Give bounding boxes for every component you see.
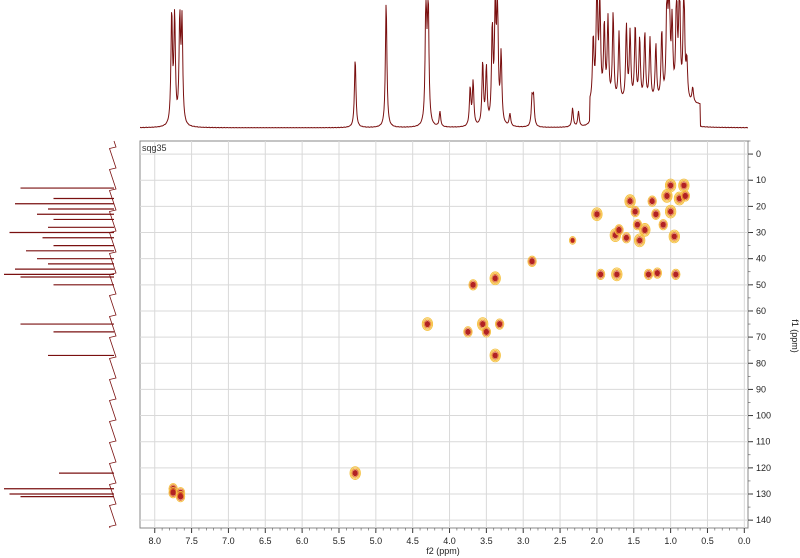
- plot-frame: [139, 140, 749, 529]
- x-tick-label: 0.0: [738, 536, 751, 546]
- contour-level: [654, 269, 661, 277]
- cross-peak: [643, 268, 654, 280]
- y-tick-label: 50: [756, 280, 766, 290]
- contour-level: [627, 198, 633, 205]
- f1-projection-spectrum: [4, 140, 117, 529]
- cross-peak: [658, 219, 668, 231]
- y-axis: 0 10 20 30 40 50 60 70 80 90 100 110 120 130 140: [748, 140, 771, 525]
- cross-peak: [680, 190, 691, 202]
- cross-peak: [481, 326, 492, 338]
- contour-level: [681, 182, 687, 189]
- contour-level: [177, 493, 184, 500]
- contour-level: [492, 275, 498, 282]
- x-tick-label: 5.5: [333, 536, 346, 546]
- cross-peak: [621, 232, 632, 244]
- contour-level: [483, 328, 490, 335]
- y-tick-label: 40: [756, 254, 766, 264]
- contour-level: [496, 320, 503, 328]
- contour-level: [480, 320, 486, 328]
- cross-peak: [630, 206, 640, 218]
- contour-level: [645, 271, 652, 278]
- x-tick-label: 3.5: [480, 536, 493, 546]
- contour-level: [614, 271, 620, 278]
- y-tick-label: 20: [756, 201, 766, 211]
- y-tick-label: 0: [756, 149, 761, 159]
- contour-level: [529, 258, 535, 265]
- x-tick-label: 2.0: [591, 536, 604, 546]
- cross-peak: [647, 195, 657, 207]
- x-tick-label: 1.0: [664, 536, 677, 546]
- y-tick-label: 30: [756, 228, 766, 238]
- contour-level: [682, 192, 689, 200]
- contour-level: [642, 226, 648, 234]
- cross-peak: [527, 255, 537, 267]
- contour-level: [673, 271, 679, 278]
- contour-level: [616, 226, 622, 234]
- x-tick-label: 4.0: [443, 536, 456, 546]
- y-tick-label: 100: [756, 411, 771, 421]
- x-tick-label: 3.0: [517, 536, 530, 546]
- contour-level: [667, 182, 674, 189]
- y-tick-label: 90: [756, 384, 766, 394]
- x-tick-label: 0.5: [701, 536, 714, 546]
- x-tick-label: 5.0: [370, 536, 383, 546]
- cross-peak: [595, 268, 606, 280]
- contour-level: [569, 237, 576, 244]
- x-tick-label: 4.5: [406, 536, 419, 546]
- contour-level: [667, 208, 674, 215]
- contour-level: [424, 320, 431, 328]
- y-tick-label: 70: [756, 332, 766, 342]
- x-tick-label: 6.5: [259, 536, 272, 546]
- x-tick-label: 7.0: [222, 536, 235, 546]
- contour-level: [649, 198, 655, 205]
- x-axis-title: f2 (ppm): [426, 546, 460, 556]
- y-tick-label: 80: [756, 358, 766, 368]
- x-tick-label: 2.5: [554, 536, 567, 546]
- contour-level: [623, 234, 630, 241]
- cross-peak: [652, 267, 663, 279]
- contour-level: [597, 271, 604, 278]
- y-axis-title: f1 (ppm): [790, 319, 800, 353]
- x-tick-label: 1.5: [628, 536, 641, 546]
- f2-projection-spectrum: [140, 0, 748, 129]
- cross-peak: [651, 208, 661, 220]
- sample-label: sqg35: [142, 143, 167, 153]
- y-tick-label: 60: [756, 306, 766, 316]
- y-tick-label: 110: [756, 437, 770, 447]
- x-axis: 8.0 7.5 7.0 6.5 6.0 5.5 5.0 4.5 4.0 3.5 3.0 2.5 2.0 1…: [148, 528, 751, 546]
- x-tick-label: 6.0: [296, 536, 309, 546]
- cross-peak: [568, 236, 577, 245]
- contour-level: [634, 221, 641, 228]
- contour-level: [594, 211, 600, 218]
- hsqc-figure: 8.0 7.5 7.0 6.5 6.0 5.5 5.0 4.5 4.0 3.5 3.0 2.5 2.0 1…: [4, 0, 800, 556]
- x-tick-label: 8.0: [148, 536, 161, 546]
- cross-peak: [463, 326, 473, 338]
- cross-peak: [614, 224, 624, 236]
- x-tick-label: 7.5: [185, 536, 198, 546]
- cross-peak: [671, 268, 681, 280]
- contour-level: [470, 281, 476, 288]
- contour-level: [653, 211, 659, 218]
- cross-peak: [468, 279, 478, 291]
- contour-level: [632, 208, 638, 215]
- contour-level: [664, 192, 670, 200]
- y-tick-label: 10: [756, 175, 766, 185]
- cross-peak: [175, 491, 186, 503]
- y-tick-label: 140: [756, 515, 771, 525]
- contour-level: [352, 469, 358, 477]
- contour-level: [170, 489, 176, 496]
- y-tick-label: 120: [756, 463, 771, 473]
- f2-projection-trace: [140, 0, 748, 129]
- contour-level: [492, 352, 498, 359]
- cross-peak: [494, 318, 505, 330]
- contour-level: [660, 221, 666, 228]
- contour-level: [465, 328, 471, 335]
- contour-level: [637, 237, 643, 244]
- y-tick-label: 130: [756, 489, 771, 499]
- contour-level: [671, 233, 677, 240]
